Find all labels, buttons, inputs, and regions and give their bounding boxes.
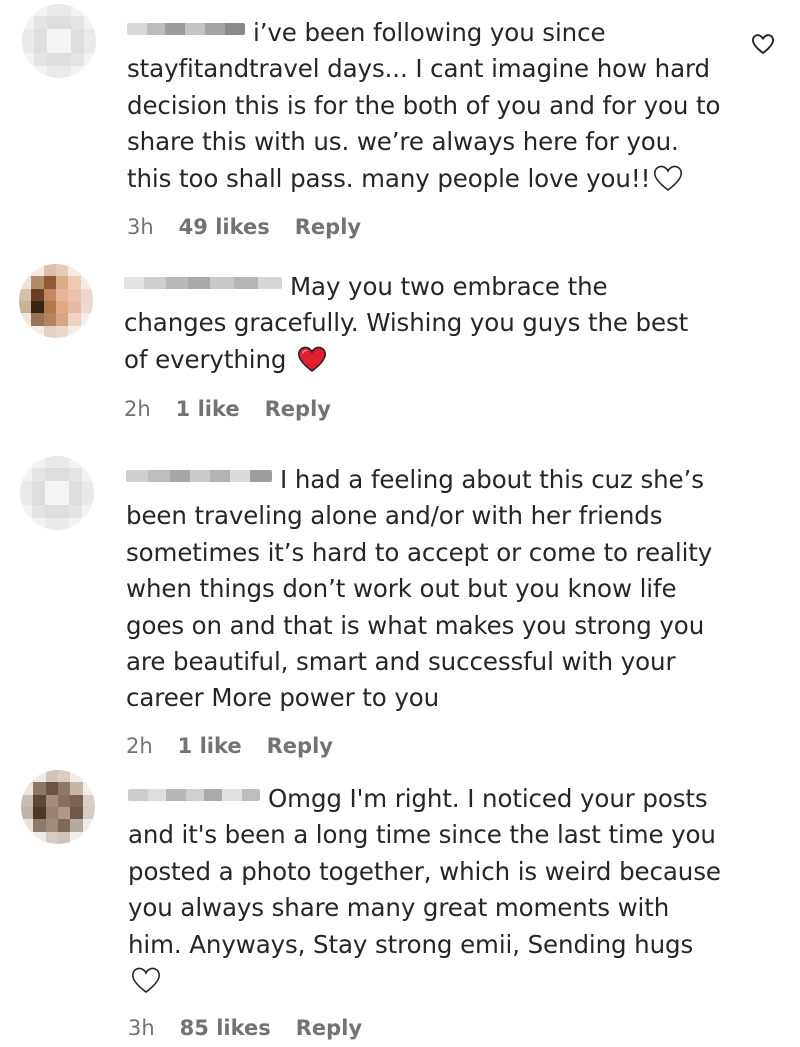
white-heart-emoji-icon	[131, 967, 161, 994]
comment-text: Omgg I'm right. I noticed your posts and…	[128, 781, 728, 999]
white-heart-emoji-icon	[654, 165, 683, 191]
comment-likes[interactable]: 85 likes	[180, 1016, 271, 1040]
avatar[interactable]	[21, 770, 95, 844]
reply-button[interactable]: Reply	[265, 397, 331, 421]
comment-meta: 3h 49 likes Reply	[127, 215, 361, 239]
username-blurred[interactable]	[127, 23, 245, 35]
comment-text-content: Omgg I'm right. I noticed your posts and…	[128, 784, 721, 959]
comment-text-content: i’ve been following you since stayfitand…	[127, 18, 721, 193]
comment-meta: 2h 1 like Reply	[126, 734, 333, 758]
comment-text-content: I had a feeling about this cuz she’s bee…	[126, 465, 713, 713]
comment-text: I had a feeling about this cuz she’s bee…	[126, 462, 726, 717]
comment-time[interactable]: 3h	[127, 215, 154, 239]
comment-text: May you two embrace the changes graceful…	[124, 269, 714, 378]
username-blurred[interactable]	[124, 277, 282, 289]
username-blurred[interactable]	[128, 789, 260, 801]
comment-meta: 2h 1 like Reply	[124, 397, 331, 421]
reply-button[interactable]: Reply	[296, 1016, 362, 1040]
username-blurred[interactable]	[126, 470, 272, 482]
comment-likes[interactable]: 49 likes	[179, 215, 270, 239]
reply-button[interactable]: Reply	[295, 215, 361, 239]
reply-button[interactable]: Reply	[267, 734, 333, 758]
comment-time[interactable]: 3h	[128, 1016, 155, 1040]
comment-text: i’ve been following you since stayfitand…	[127, 15, 727, 197]
comment-likes[interactable]: 1 like	[176, 397, 240, 421]
comment-meta: 3h 85 likes Reply	[128, 1016, 362, 1040]
red-heart-emoji-icon	[298, 346, 327, 372]
avatar[interactable]	[22, 4, 96, 78]
avatar[interactable]	[20, 456, 94, 530]
avatar[interactable]	[19, 264, 93, 338]
heart-outline-icon[interactable]	[751, 33, 775, 55]
comment-time[interactable]: 2h	[124, 397, 151, 421]
comment-time[interactable]: 2h	[126, 734, 153, 758]
comment-likes[interactable]: 1 like	[178, 734, 242, 758]
